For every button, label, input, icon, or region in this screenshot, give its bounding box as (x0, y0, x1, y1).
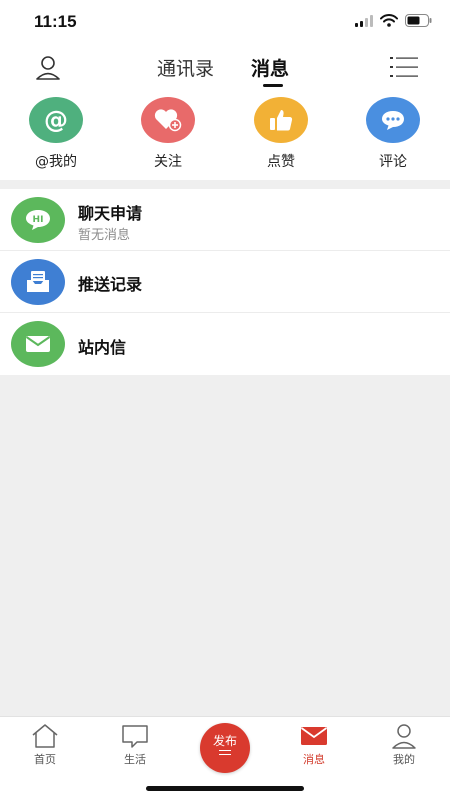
publish-label: 发布 (212, 734, 237, 748)
tab-home[interactable]: 首页 (15, 723, 75, 767)
heart-plus-icon (141, 97, 195, 143)
top-nav: 通讯录 消息 (0, 44, 450, 92)
comment-icon (366, 97, 420, 143)
quick-action-label: 关注 (154, 154, 182, 170)
quick-action-label: 评论 (379, 154, 407, 170)
status-bar: 11:15 (0, 0, 450, 44)
home-icon (32, 724, 58, 748)
person-icon (392, 724, 416, 749)
list-item-site-mail[interactable]: 站内信 (0, 313, 450, 375)
thumbs-up-icon (254, 97, 308, 143)
quick-action-comment[interactable]: 评论 (353, 97, 433, 177)
quick-action-like[interactable]: 点赞 (241, 97, 321, 177)
list-item-chat-request[interactable]: HI 聊天申请 暂无消息 (0, 189, 450, 251)
tab-contacts[interactable]: 通讯录 (157, 54, 214, 81)
list-item-subtitle: 暂无消息 (78, 228, 131, 243)
user-icon[interactable] (34, 54, 62, 82)
cellular-signal-icon (355, 14, 373, 27)
publish-icon (219, 750, 231, 755)
tab-life[interactable]: 生活 (105, 723, 165, 767)
list-item-title: 站内信 (78, 338, 127, 357)
tab-label: 消息 (303, 753, 325, 766)
tab-messages-bottom[interactable]: 消息 (284, 723, 344, 767)
speech-bubble-icon (122, 725, 148, 748)
quick-action-label: @我的 (35, 154, 77, 170)
publish-button[interactable]: 发布 (200, 723, 250, 773)
tab-messages[interactable]: 消息 (251, 54, 289, 81)
svg-text:HI: HI (33, 215, 44, 225)
menu-list-icon[interactable] (390, 54, 418, 80)
list-item-title: 聊天申请 (78, 204, 143, 223)
inbox-tray-icon (11, 259, 65, 305)
status-time: 11:15 (34, 12, 77, 31)
bottom-tab-bar: 首页 生活 发布 消息 我的 (0, 716, 450, 800)
quick-action-label: 点赞 (267, 154, 295, 170)
wifi-icon (380, 14, 398, 27)
hi-chat-icon: HI (11, 197, 65, 243)
list-item-title: 推送记录 (78, 275, 143, 294)
home-indicator (146, 786, 304, 791)
quick-action-at-me[interactable]: @ @我的 (16, 97, 96, 177)
svg-text:@: @ (44, 106, 68, 134)
quick-actions: @ @我的 关注 点赞 评论 (0, 92, 450, 180)
tab-underline (263, 84, 283, 87)
at-icon: @ (29, 97, 83, 143)
tab-me[interactable]: 我的 (374, 723, 434, 767)
message-list: HI 聊天申请 暂无消息 推送记录 站内信 (0, 189, 450, 375)
status-icons (355, 14, 432, 27)
tab-label: 首页 (34, 753, 56, 766)
envelope-icon (11, 321, 65, 367)
battery-icon (405, 14, 432, 27)
quick-action-follow[interactable]: 关注 (128, 97, 208, 177)
tab-label: 我的 (393, 753, 415, 766)
tab-label: 生活 (124, 753, 146, 766)
list-item-push-records[interactable]: 推送记录 (0, 251, 450, 313)
mail-icon (300, 727, 328, 745)
